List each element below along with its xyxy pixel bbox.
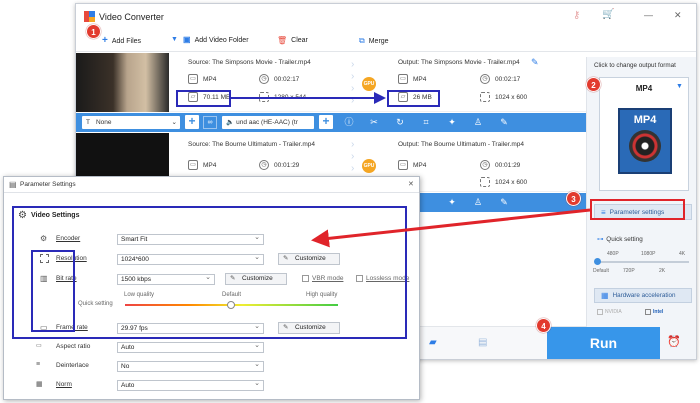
step-badge-3: 3 xyxy=(566,191,581,206)
annotation-arrows xyxy=(231,92,591,248)
step-badge-2: 2 xyxy=(586,77,601,92)
step-badge-1: 1 xyxy=(86,24,101,39)
red-arrow xyxy=(311,208,591,248)
step-badge-4: 4 xyxy=(536,318,551,333)
